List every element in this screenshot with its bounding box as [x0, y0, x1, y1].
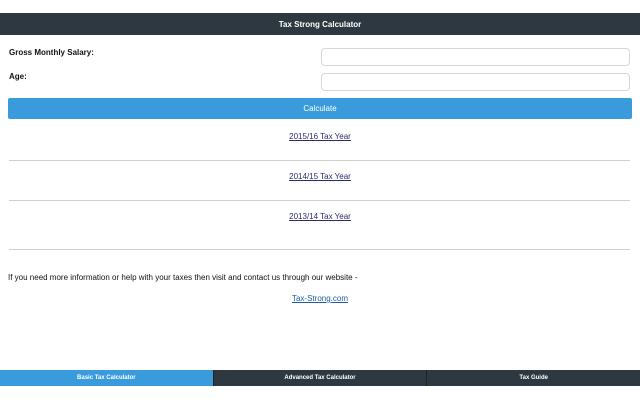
age-label: Age:: [9, 72, 27, 81]
divider: [9, 200, 630, 201]
tab-basic-tax-calculator[interactable]: Basic Tax Calculator: [0, 370, 213, 386]
tax-year-link-2015-16[interactable]: 2015/16 Tax Year: [0, 132, 640, 141]
tax-year-link-2014-15[interactable]: 2014/15 Tax Year: [0, 172, 640, 181]
tab-tax-guide[interactable]: Tax Guide: [426, 370, 640, 386]
calculate-button[interactable]: Calculate: [8, 98, 632, 119]
website-link[interactable]: Tax-Strong.com: [0, 294, 640, 303]
divider: [9, 160, 630, 161]
calculate-button-label: Calculate: [303, 104, 337, 113]
age-input[interactable]: [321, 73, 630, 91]
tab-label: Basic Tax Calculator: [77, 375, 136, 381]
divider: [9, 249, 630, 250]
tab-advanced-tax-calculator[interactable]: Advanced Tax Calculator: [212, 370, 427, 386]
app-title: Tax Strong Calculator: [278, 19, 362, 29]
bottom-tab-bar: Basic Tax Calculator Advanced Tax Calcul…: [0, 370, 640, 386]
salary-input[interactable]: [321, 48, 630, 66]
tab-label: Advanced Tax Calculator: [284, 375, 356, 381]
app-window: Tax Strong Calculator Gross Monthly Sala…: [0, 0, 640, 400]
info-text: If you need more information or help wit…: [8, 273, 358, 282]
title-bar: Tax Strong Calculator: [0, 13, 640, 35]
tab-label: Tax Guide: [519, 375, 548, 381]
tax-year-link-2013-14[interactable]: 2013/14 Tax Year: [0, 212, 640, 221]
salary-label: Gross Monthly Salary:: [9, 48, 94, 57]
